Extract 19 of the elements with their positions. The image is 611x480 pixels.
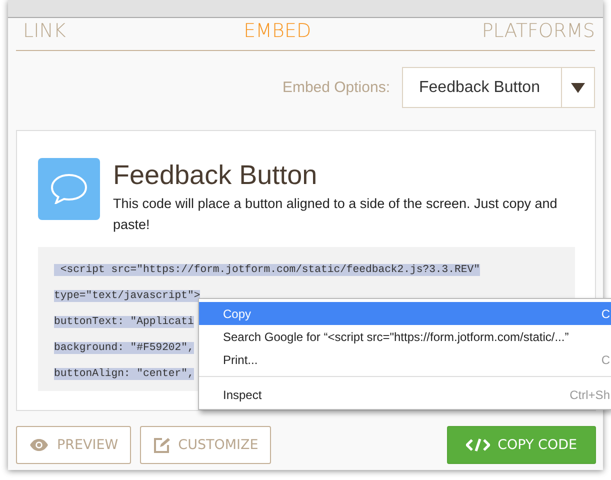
- preview-button[interactable]: PREVIEW: [16, 426, 132, 464]
- field-label: Embed Options:: [282, 79, 390, 96]
- edit-icon: [153, 436, 170, 454]
- menu-item[interactable]: Search Google for “<script src="https://form.jotform.com/static/...”: [199, 325, 611, 348]
- tab[interactable]: PLATFORMS: [482, 20, 595, 42]
- card-title: Feedback Button: [113, 160, 318, 191]
- menu-item[interactable]: Copy C: [199, 302, 611, 325]
- caret-icon: [571, 82, 585, 92]
- menu-item[interactable]: Inspect Ctrl+Sh: [199, 383, 611, 406]
- eye-icon: [29, 438, 49, 452]
- copy-code-button[interactable]: COPY CODE: [446, 426, 596, 464]
- menu-item[interactable]: Print... C: [199, 348, 611, 371]
- speech-bubble-icon: [38, 158, 100, 220]
- card-description: This code will place a button aligned to a side of the screen. Just copy and paste!: [113, 195, 558, 234]
- embed-options-dropdown[interactable]: Feedback Button: [402, 67, 595, 108]
- tab[interactable]: LINK: [16, 20, 66, 42]
- code-icon: [466, 438, 490, 452]
- tab[interactable]: EMBED: [236, 20, 312, 42]
- customize-button[interactable]: CUSTOMIZE: [140, 426, 272, 464]
